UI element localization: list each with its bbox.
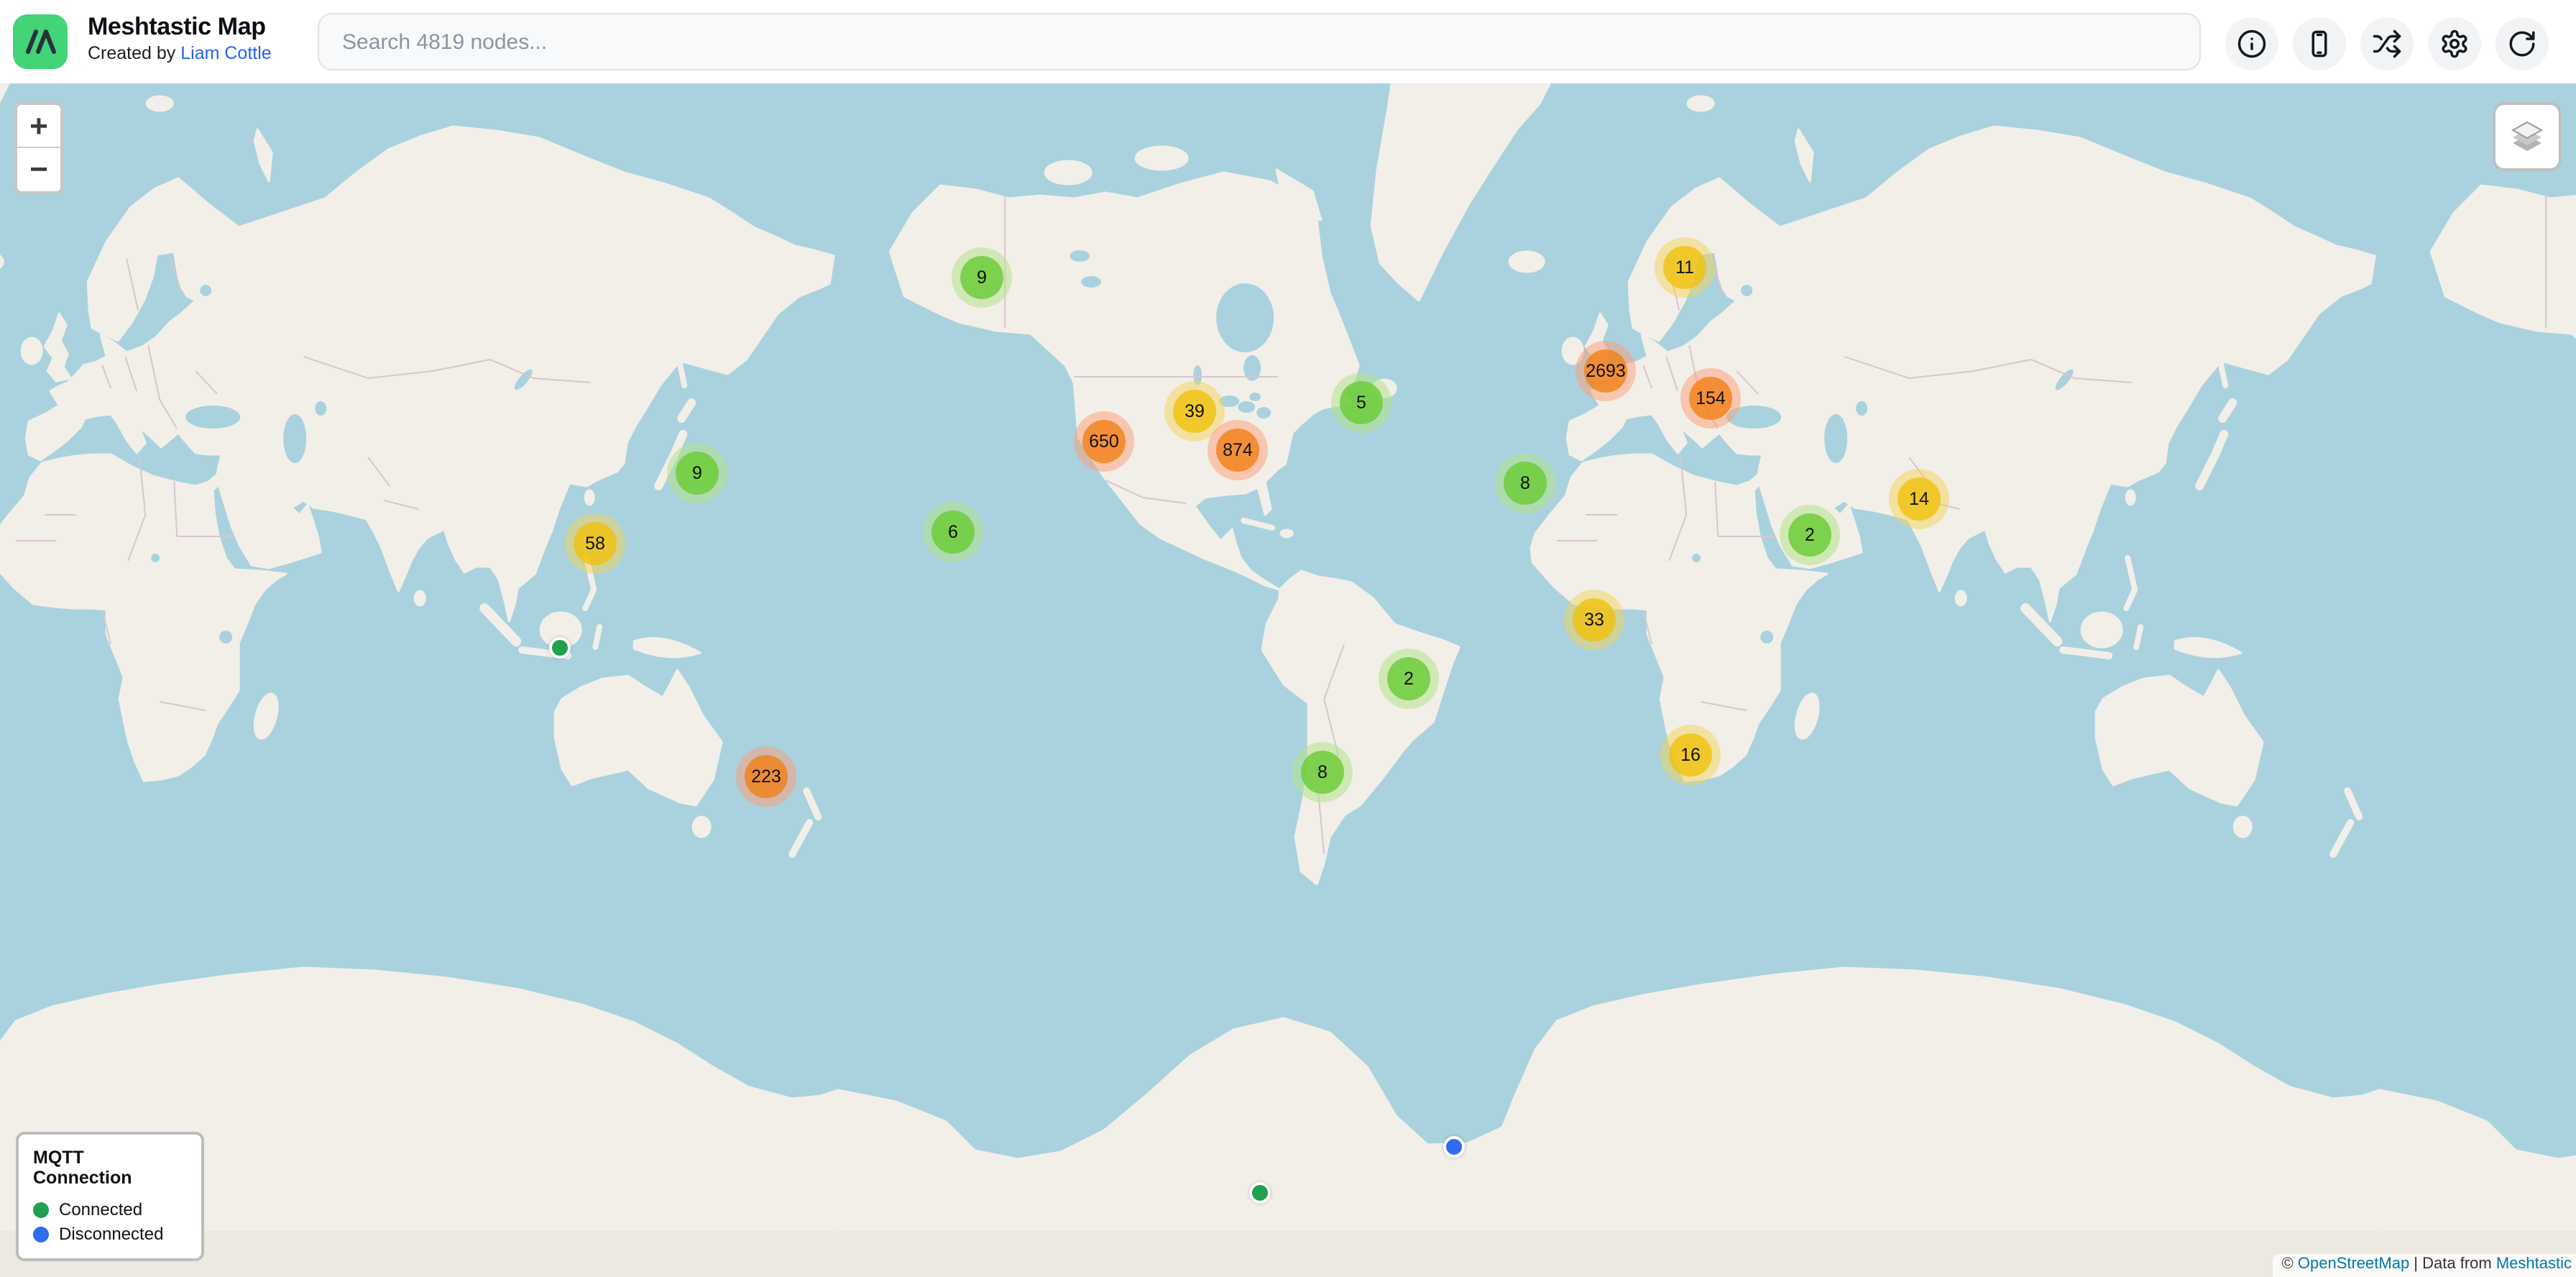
refresh-button[interactable] [2496,17,2549,70]
cluster-marker[interactable]: 2 [1379,649,1439,709]
byline-prefix: Created by [88,43,180,63]
legend-title: MQTT Connection [33,1148,187,1188]
zoom-in-button[interactable]: + [17,105,60,148]
mobile-app-button[interactable] [2293,17,2346,70]
zoom-out-button[interactable]: − [17,148,60,191]
legend-label: Connected [59,1199,142,1219]
openstreetmap-link[interactable]: OpenStreetMap [2298,1255,2409,1273]
legend-item: Disconnected [33,1224,187,1244]
legend-item: Connected [33,1199,187,1219]
random-node-button[interactable] [2360,17,2414,70]
header: Meshtastic Map Created by Liam Cottle [0,0,2576,83]
cluster-marker[interactable]: 6 [923,502,983,562]
cluster-marker[interactable]: 874 [1208,420,1268,480]
cluster-marker[interactable]: 223 [736,746,796,807]
cluster-marker[interactable]: 154 [1680,368,1741,429]
cluster-marker[interactable]: 5 [1331,372,1392,433]
shuffle-icon [2372,29,2402,59]
author-link[interactable]: Liam Cottle [180,43,271,63]
node-marker-connected[interactable] [548,636,570,658]
node-marker-disconnected[interactable] [1443,1135,1464,1157]
header-buttons [2225,17,2549,70]
cluster-marker[interactable]: 16 [1660,725,1721,785]
cluster-marker[interactable]: 8 [1495,453,1555,513]
page-title: Meshtastic Map [88,12,272,42]
zoom-control: + − [14,102,63,194]
mqtt-legend: MQTT Connection Connected Disconnected [16,1132,204,1261]
cluster-marker[interactable]: 8 [1292,742,1353,802]
gear-icon [2439,29,2470,59]
meshtastic-link[interactable]: Meshtastic [2496,1255,2572,1273]
legend-dot-icon [33,1226,49,1242]
meshtastic-map-app: Meshtastic Map Created by Liam Cottle [0,0,2576,1277]
map-tiles [0,83,2576,1277]
map-attribution: © OpenStreetMap | Data from Meshtastic [2273,1254,2576,1277]
info-icon [2237,29,2267,59]
cluster-marker[interactable]: 9 [667,443,727,503]
cluster-marker[interactable]: 2693 [1576,341,1636,401]
cluster-marker[interactable]: 58 [565,513,625,574]
world-map[interactable]: 911269315439650874582149586331628223 + −… [0,83,2576,1277]
search-input[interactable] [318,13,2201,70]
smartphone-icon [2304,29,2334,59]
byline: Created by Liam Cottle [88,42,272,65]
legend-dot-icon [33,1202,49,1217]
cluster-marker[interactable]: 9 [952,247,1012,308]
cluster-marker[interactable]: 33 [1564,590,1624,650]
refresh-icon [2507,29,2537,59]
attribution-copyright: © [2282,1255,2298,1273]
cluster-marker[interactable]: 2 [1780,505,1840,565]
cluster-marker[interactable]: 11 [1655,237,1715,298]
cluster-marker[interactable]: 14 [1889,469,1949,529]
settings-button[interactable] [2428,17,2481,70]
node-marker-connected[interactable] [1248,1181,1270,1203]
layers-icon [2506,115,2549,158]
legend-label: Disconnected [59,1224,163,1244]
layers-control[interactable] [2493,102,2562,171]
info-button[interactable] [2225,17,2278,70]
title-block: Meshtastic Map Created by Liam Cottle [88,12,272,65]
cluster-marker[interactable]: 650 [1074,411,1134,472]
meshtastic-logo-icon [13,14,68,69]
attribution-middle: | Data from [2409,1255,2496,1273]
legend-items: Connected Disconnected [33,1199,187,1244]
